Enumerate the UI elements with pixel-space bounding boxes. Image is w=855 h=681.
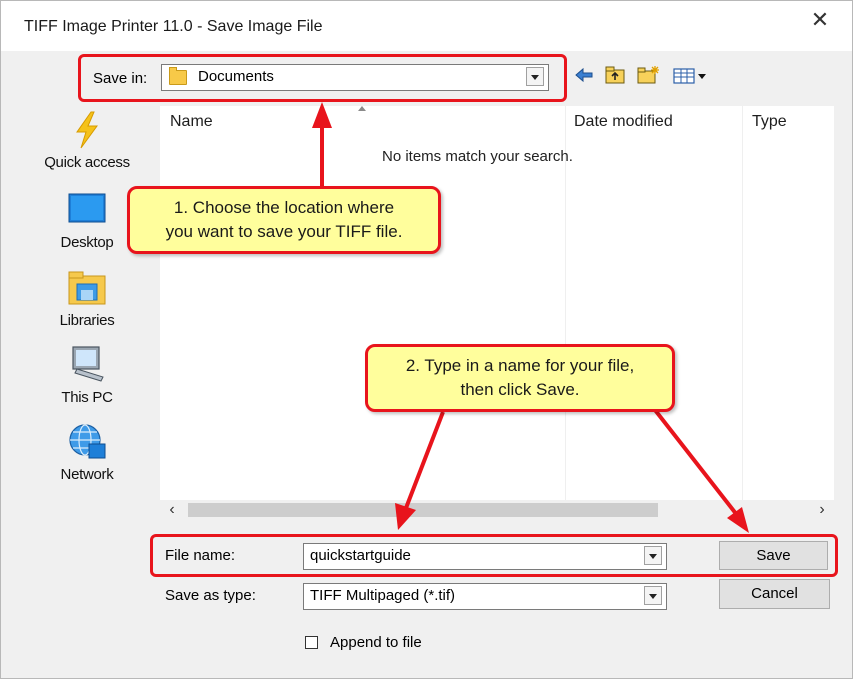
column-divider xyxy=(742,106,743,500)
sidebar-item-desktop[interactable]: Desktop xyxy=(32,190,142,251)
save-as-type-label: Save as type: xyxy=(165,587,256,604)
save-in-label: Save in: xyxy=(93,70,148,87)
append-to-file-checkbox[interactable] xyxy=(305,636,318,649)
sidebar-item-label: Network xyxy=(60,466,114,483)
scroll-left-icon[interactable]: ‹ xyxy=(162,500,182,520)
sidebar-item-this-pc[interactable]: This PC xyxy=(32,345,142,406)
save-button[interactable]: Save xyxy=(719,541,828,570)
horizontal-scrollbar[interactable]: ‹ › xyxy=(160,500,834,520)
sidebar-item-libraries[interactable]: Libraries xyxy=(32,268,142,329)
save-in-value: Documents xyxy=(198,68,274,85)
sidebar-item-label: Desktop xyxy=(60,234,114,251)
callout-line: you want to save your TIFF file. xyxy=(165,222,403,241)
sidebar-item-network[interactable]: Network xyxy=(32,422,142,483)
desktop-icon xyxy=(67,190,107,230)
callout-type-name: 2. Type in a name for your file, then cl… xyxy=(365,344,675,412)
up-folder-icon[interactable] xyxy=(603,64,627,86)
file-name-field[interactable]: quickstartguide xyxy=(303,543,667,570)
folder-icon xyxy=(169,67,187,85)
scroll-right-icon[interactable]: › xyxy=(812,500,832,520)
file-name-value: quickstartguide xyxy=(310,547,411,564)
empty-message: No items match your search. xyxy=(382,148,573,165)
chevron-down-icon[interactable] xyxy=(644,546,662,565)
chevron-down-icon[interactable] xyxy=(526,67,544,86)
column-divider xyxy=(565,106,566,500)
cancel-button[interactable]: Cancel xyxy=(719,579,830,609)
callout-line: 2. Type in a name for your file, xyxy=(405,356,635,375)
column-header-name[interactable]: Name xyxy=(170,106,213,138)
scrollbar-thumb[interactable] xyxy=(188,503,658,517)
close-icon[interactable]: ✕ xyxy=(808,8,832,32)
chevron-down-icon[interactable] xyxy=(644,586,662,605)
sidebar-item-label: Quick access xyxy=(44,154,130,171)
sort-ascending-icon xyxy=(358,106,366,111)
sidebar-item-label: This PC xyxy=(61,389,113,406)
callout-line: 1. Choose the location where xyxy=(173,198,395,217)
column-header-type[interactable]: Type xyxy=(752,106,787,138)
save-in-dropdown[interactable]: Documents xyxy=(161,64,549,91)
this-pc-icon xyxy=(67,345,107,385)
network-icon xyxy=(67,422,107,462)
sidebar-item-quick-access[interactable]: Quick access xyxy=(32,110,142,171)
file-name-label: File name: xyxy=(165,547,236,564)
sidebar-item-label: Libraries xyxy=(59,312,115,329)
column-header-date-modified[interactable]: Date modified xyxy=(574,106,673,138)
libraries-icon xyxy=(67,268,107,308)
append-to-file-label: Append to file xyxy=(330,634,422,651)
quick-access-icon xyxy=(67,110,107,150)
view-menu-icon[interactable] xyxy=(670,64,710,86)
back-arrow-icon[interactable] xyxy=(573,64,595,86)
callout-choose-location: 1. Choose the location where you want to… xyxy=(127,186,441,254)
save-as-type-dropdown[interactable]: TIFF Multipaged (*.tif) xyxy=(303,583,667,610)
file-list[interactable]: Name Date modified Type No items match y… xyxy=(160,106,834,500)
callout-line: then click Save. xyxy=(460,380,580,399)
save-as-type-value: TIFF Multipaged (*.tif) xyxy=(310,587,456,604)
new-folder-icon[interactable] xyxy=(635,64,661,86)
window-title: TIFF Image Printer 11.0 - Save Image Fil… xyxy=(24,18,323,35)
